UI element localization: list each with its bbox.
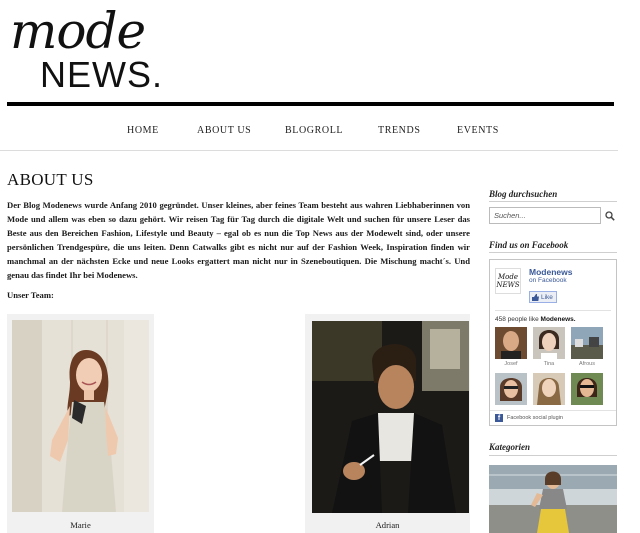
search-title-rule <box>489 201 617 202</box>
facebook-face[interactable] <box>571 373 603 405</box>
team-photo-marie[interactable] <box>12 320 149 512</box>
search-input[interactable]: Suchen... <box>489 207 601 224</box>
team-name-marie: Marie <box>70 520 91 530</box>
nav-item-blogroll[interactable]: BLOGROLL <box>285 125 343 136</box>
facebook-face[interactable] <box>533 327 565 359</box>
facebook-like-button[interactable]: Like <box>529 291 557 303</box>
category-image[interactable] <box>489 465 617 533</box>
face-photo-icon <box>571 373 603 405</box>
facebook-on-label: on Facebook <box>529 277 567 284</box>
search-title: Blog durchsuchen <box>489 189 558 199</box>
categories-title: Kategorien <box>489 442 531 452</box>
adrian-illustration <box>312 321 469 513</box>
nav-item-home[interactable]: HOME <box>127 125 159 136</box>
facebook-like-box: Mode NEWS Modenews on Facebook Like 458 … <box>489 259 617 426</box>
facebook-face-name: Tina <box>543 361 555 367</box>
facebook-divider <box>495 310 611 311</box>
team-photo-adrian[interactable] <box>312 321 469 513</box>
site-logo[interactable]: mode NEWS. <box>8 4 168 94</box>
facebook-title-rule <box>489 252 617 253</box>
search-icon <box>604 210 615 221</box>
facebook-face[interactable] <box>495 327 527 359</box>
search-button[interactable] <box>602 207 617 224</box>
facebook-face-name: Afrous <box>579 361 595 367</box>
thumbs-up-icon <box>532 293 539 301</box>
facebook-like-count: 458 people like Modenews. <box>495 316 576 323</box>
face-photo-icon <box>495 373 527 405</box>
page-title: ABOUT US <box>7 170 94 189</box>
facebook-face[interactable] <box>571 327 603 359</box>
logo-news-text: NEWS. <box>40 54 164 95</box>
facebook-face-name: Josef <box>504 361 518 367</box>
facebook-title: Find us on Facebook <box>489 240 569 250</box>
team-label: Unser Team: <box>7 290 54 300</box>
face-photo-icon <box>571 327 603 359</box>
categories-title-rule <box>489 455 617 456</box>
category-photo-illustration <box>489 465 617 533</box>
team-member-adrian: Adrian <box>305 314 470 533</box>
face-photo-icon <box>495 327 527 359</box>
intro-text: Der Blog Modenews wurde Anfang 2010 gegr… <box>7 200 470 280</box>
nav-item-trends[interactable]: TRENDS <box>378 125 421 136</box>
facebook-page-name[interactable]: Modenews <box>529 267 572 277</box>
nav-divider <box>0 150 618 151</box>
logo-script-text: mode <box>10 2 146 60</box>
facebook-plugin-footer[interactable]: f Facebook social plugin <box>490 410 616 425</box>
facebook-page-logo[interactable]: Mode NEWS <box>495 268 521 294</box>
face-photo-icon <box>533 373 565 405</box>
facebook-plugin-label: Facebook social plugin <box>507 415 563 421</box>
marie-illustration <box>12 320 149 512</box>
nav-item-events[interactable]: EVENTS <box>457 125 499 136</box>
facebook-logo-icon: f <box>495 414 503 422</box>
face-photo-icon <box>533 327 565 359</box>
main-nav: HOME ABOUT US BLOGROLL TRENDS EVENTS <box>7 106 614 150</box>
team-name-adrian: Adrian <box>375 520 400 530</box>
nav-item-about-us[interactable]: ABOUT US <box>197 125 251 136</box>
team-member-marie: Marie <box>7 314 154 533</box>
facebook-face[interactable] <box>495 373 527 405</box>
facebook-face[interactable] <box>533 373 565 405</box>
